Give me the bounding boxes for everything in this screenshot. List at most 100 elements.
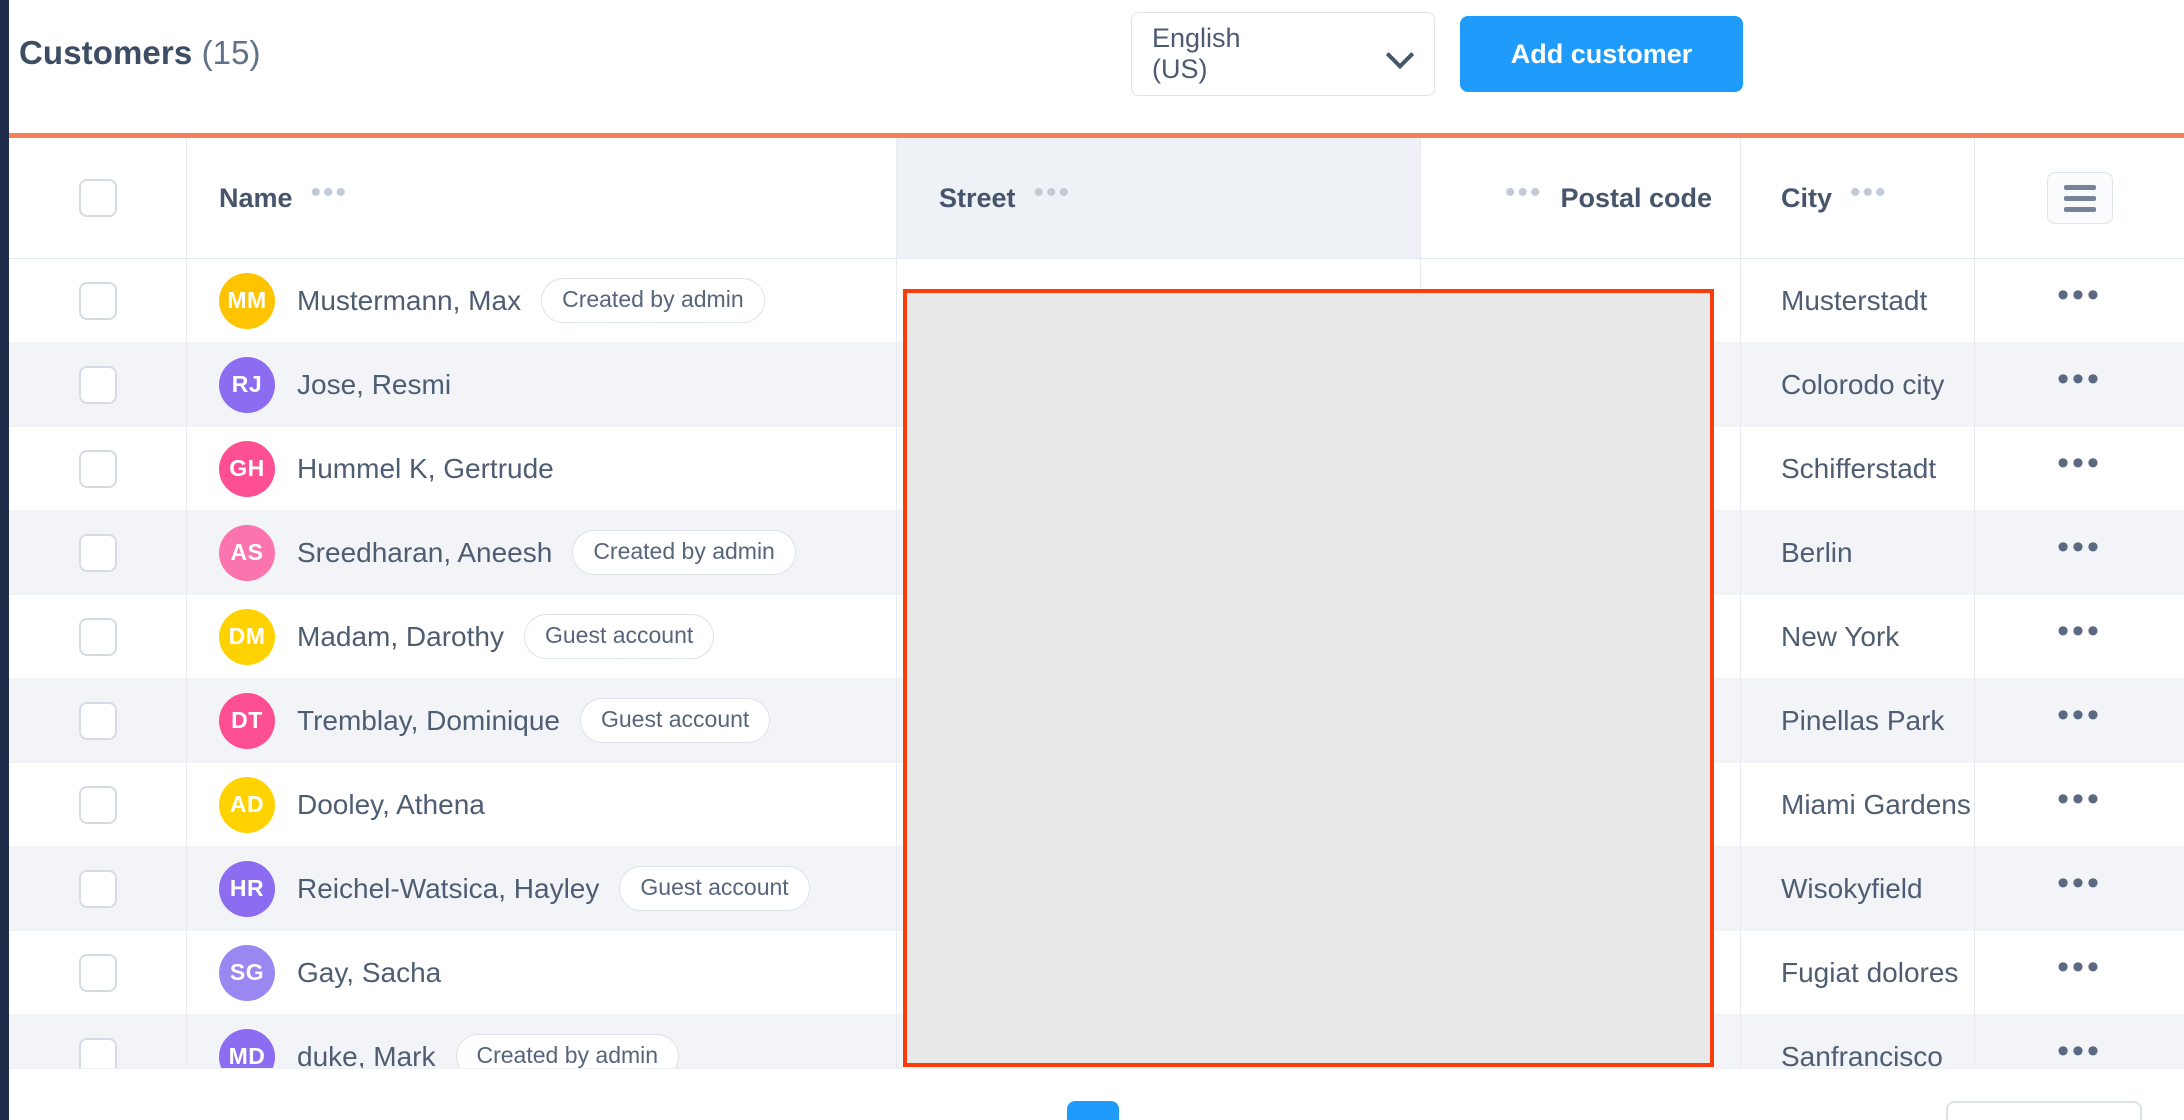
customer-name: duke, Mark [297, 1040, 436, 1069]
row-select-checkbox[interactable] [78, 869, 117, 908]
hamburger-menu-icon[interactable] [2046, 172, 2113, 224]
customer-name: Sreedharan, Aneesh [297, 536, 553, 568]
row-badge: Guest account [619, 866, 810, 911]
column-header-name-label: Name [219, 182, 293, 213]
cell-city: Musterstadt [1741, 259, 1975, 342]
row-badge: Guest account [523, 614, 715, 659]
customers-page: Customers (15) English (US) Add customer… [0, 0, 2184, 1120]
row-actions-cell: ••• [1975, 931, 2184, 1014]
customer-name: Gay, Sacha [297, 956, 442, 988]
row-actions-cell: ••• [1975, 427, 2184, 510]
language-select-value: English (US) [1152, 23, 1386, 85]
select-all-cell [9, 138, 187, 258]
cell-name: SG Gay, Sacha [187, 931, 897, 1014]
customer-name: Dooley, Athena [297, 788, 485, 820]
column-header-street-label: Street [939, 182, 1016, 213]
cell-city: Fugiat dolores [1741, 931, 1975, 1014]
city-value: Sanfrancisco [1781, 1040, 1943, 1069]
column-options-icon-postal-code[interactable]: ••• [1505, 178, 1543, 208]
city-value: New York [1781, 620, 1900, 652]
cell-name: DT Tremblay, Dominique Guest account [187, 679, 897, 762]
row-actions-cell: ••• [1975, 511, 2184, 594]
column-header-postal-code[interactable]: ••• Postal code [1421, 138, 1741, 258]
column-header-city-label: City [1781, 182, 1833, 213]
city-value: Colorodo city [1781, 368, 1945, 400]
more-options-icon[interactable]: ••• [2057, 698, 2102, 733]
column-header-postal-code-label: Postal code [1560, 182, 1712, 213]
avatar: SG [219, 944, 275, 1001]
add-customer-button[interactable]: Add customer [1460, 16, 1743, 92]
avatar: DM [219, 608, 275, 665]
row-badge: Guest account [579, 698, 771, 743]
more-options-icon[interactable]: ••• [2057, 530, 2102, 565]
cell-name: DM Madam, Darothy Guest account [187, 595, 897, 678]
column-options-icon-city[interactable]: ••• [1850, 178, 1888, 208]
row-actions-cell: ••• [1975, 259, 2184, 342]
more-options-icon[interactable]: ••• [2057, 614, 2102, 649]
avatar: AS [219, 524, 275, 581]
select-all-checkbox[interactable] [78, 179, 117, 217]
more-options-icon[interactable]: ••• [2057, 950, 2102, 985]
row-select-checkbox[interactable] [78, 617, 117, 656]
cell-city: Colorodo city [1741, 343, 1975, 426]
more-options-icon[interactable]: ••• [2057, 278, 2102, 313]
column-header-street[interactable]: Street ••• [897, 138, 1421, 258]
pagination-current-page-button[interactable] [1067, 1101, 1119, 1120]
customer-name: Reichel-Watsica, Hayley [297, 872, 600, 904]
avatar: AD [219, 776, 275, 833]
more-options-icon[interactable]: ••• [2057, 1034, 2102, 1069]
rows-per-page-select[interactable] [1946, 1101, 2142, 1120]
row-select-cell [9, 595, 187, 678]
page-title-count: (15) [201, 34, 261, 71]
row-select-cell [9, 931, 187, 1014]
row-actions-cell: ••• [1975, 847, 2184, 930]
city-value: Pinellas Park [1781, 704, 1945, 736]
more-options-icon[interactable]: ••• [2057, 362, 2102, 397]
column-options-icon-name[interactable]: ••• [311, 178, 349, 208]
city-value: Berlin [1781, 536, 1853, 568]
row-select-checkbox[interactable] [78, 533, 117, 572]
city-value: Fugiat dolores [1781, 956, 1959, 988]
cell-city: Sanfrancisco [1741, 1015, 1975, 1068]
column-header-name[interactable]: Name ••• [187, 138, 897, 258]
cell-city: Wisokyfield [1741, 847, 1975, 930]
row-select-checkbox[interactable] [78, 365, 117, 404]
column-header-city[interactable]: City ••• [1741, 138, 1975, 258]
avatar: DT [219, 692, 275, 749]
customer-name: Mustermann, Max [297, 284, 522, 316]
cell-name: AS Sreedharan, Aneesh Created by admin [187, 511, 897, 594]
city-value: Musterstadt [1781, 284, 1928, 316]
city-value: Schifferstadt [1781, 452, 1937, 484]
cell-name: RJ Jose, Resmi [187, 343, 897, 426]
cell-city: New York [1741, 595, 1975, 678]
row-select-checkbox[interactable] [78, 281, 117, 320]
row-actions-cell: ••• [1975, 679, 2184, 762]
avatar: GH [219, 440, 275, 497]
row-select-checkbox[interactable] [78, 785, 117, 824]
table-footer [9, 1068, 2184, 1120]
avatar: MD [219, 1028, 275, 1068]
avatar: HR [219, 860, 275, 917]
language-line-2: (US) [1152, 54, 1208, 84]
row-select-checkbox[interactable] [78, 1037, 117, 1068]
column-options-icon-street[interactable]: ••• [1034, 178, 1072, 208]
row-select-checkbox[interactable] [78, 449, 117, 488]
chevron-down-icon [1386, 39, 1416, 69]
avatar: RJ [219, 356, 275, 413]
column-drag-overlay[interactable] [903, 289, 1714, 1067]
more-options-icon[interactable]: ••• [2057, 866, 2102, 901]
row-actions-cell: ••• [1975, 343, 2184, 426]
cell-name: MD duke, Mark Created by admin [187, 1015, 897, 1068]
customer-name: Madam, Darothy [297, 620, 504, 652]
more-options-icon[interactable]: ••• [2057, 446, 2102, 481]
cell-city: Schifferstadt [1741, 427, 1975, 510]
more-options-icon[interactable]: ••• [2057, 782, 2102, 817]
row-select-checkbox[interactable] [78, 701, 117, 740]
page-header: Customers (15) English (US) Add customer [9, 0, 2184, 136]
row-select-cell [9, 847, 187, 930]
row-select-cell [9, 343, 187, 426]
row-select-cell [9, 511, 187, 594]
row-select-checkbox[interactable] [78, 953, 117, 992]
page-title: Customers (15) [19, 34, 261, 72]
language-select[interactable]: English (US) [1131, 12, 1435, 96]
